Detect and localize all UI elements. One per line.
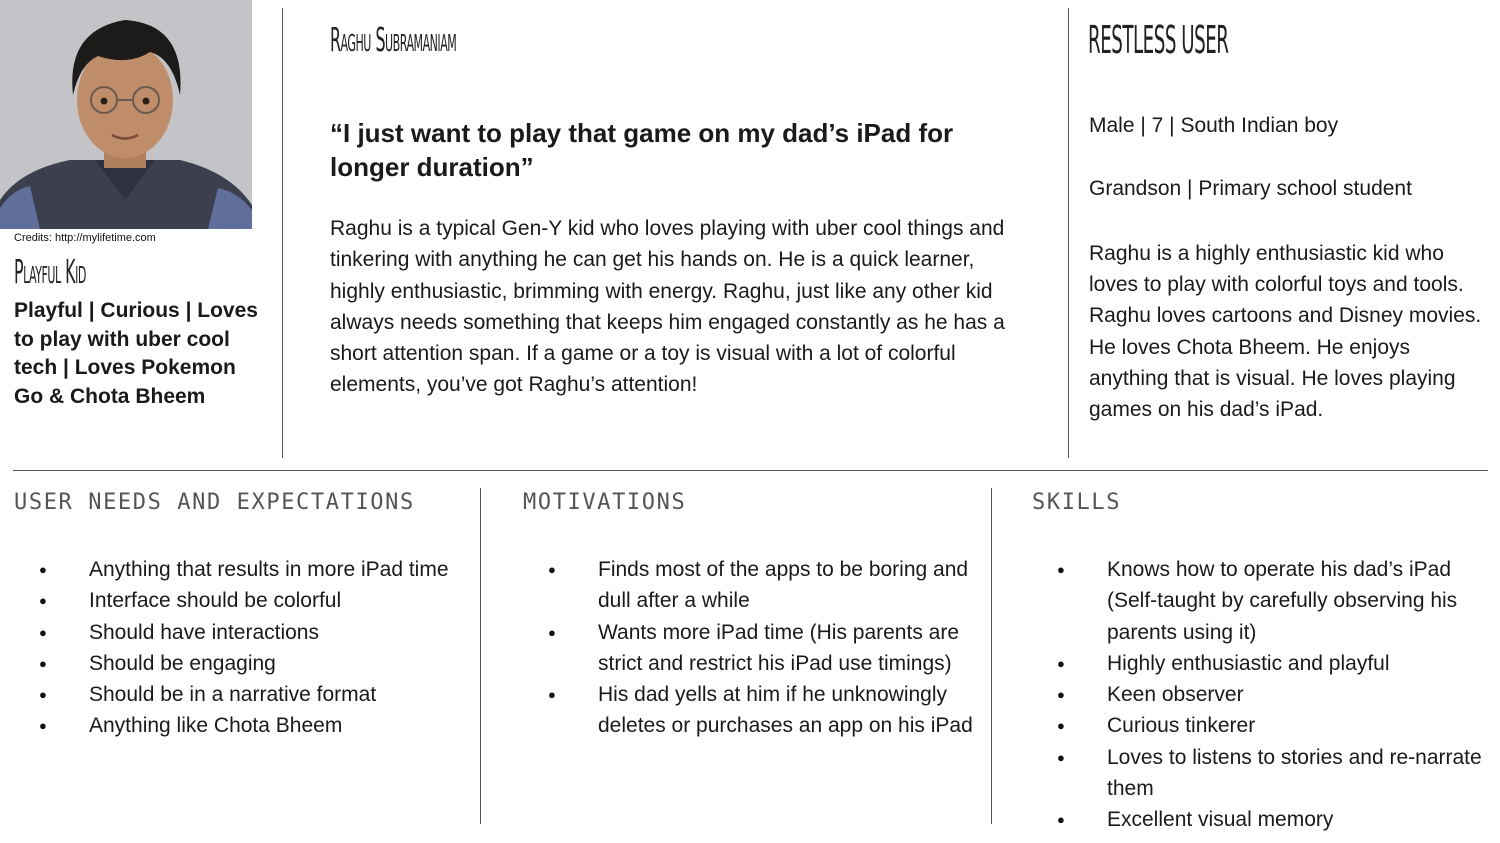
list-item: Should be engaging <box>14 648 454 680</box>
list-item: Finds most of the apps to be boring and … <box>523 554 978 617</box>
section-divider <box>13 470 1488 471</box>
column-divider <box>991 488 992 824</box>
persona-bio: Raghu is a typical Gen-Y kid who loves p… <box>330 217 1005 397</box>
persona-photo <box>0 0 252 229</box>
motivations-list: Finds most of the apps to be boring and … <box>523 554 978 742</box>
section-title-skills: SKILLS <box>1032 490 1122 515</box>
photo-credit: Credits: http://mylifetime.com <box>14 232 156 244</box>
demographics-line-2: Grandson | Primary school student <box>1089 177 1412 200</box>
list-item: Should have interactions <box>14 617 454 649</box>
list-item: Keen observer <box>1032 679 1492 711</box>
persona-quote: “I just want to play that game on my dad… <box>330 118 954 182</box>
skills-list: Knows how to operate his dad’s iPad (Sel… <box>1032 554 1492 836</box>
list-item: Anything that results in more iPad time <box>14 554 454 586</box>
persona-type-description: Playful | Curious | Loves to play with u… <box>14 299 258 408</box>
column-divider <box>1068 8 1069 458</box>
list-item: Knows how to operate his dad’s iPad (Sel… <box>1032 554 1492 648</box>
list-item: Wants more iPad time (His parents are st… <box>523 617 978 680</box>
section-title-user-needs: USER NEEDS AND EXPECTATIONS <box>14 490 415 515</box>
list-item: His dad yells at him if he unknowingly d… <box>523 679 978 742</box>
demographics-line-1: Male | 7 | South Indian boy <box>1089 114 1339 137</box>
column-divider <box>282 8 283 458</box>
list-item: Interface should be colorful <box>14 585 454 617</box>
column-divider <box>480 488 481 824</box>
list-item: Should be in a narrative format <box>14 679 454 711</box>
list-item: Anything like Chota Bheem <box>14 710 454 742</box>
user-needs-list: Anything that results in more iPad time … <box>14 554 454 742</box>
list-item: Curious tinkerer <box>1032 710 1492 742</box>
user-type-label: RESTLESS USER <box>1088 18 1229 62</box>
list-item: Highly enthusiastic and playful <box>1032 648 1492 680</box>
persona-type-label: Playful Kid <box>14 252 86 291</box>
persona-name: Raghu Subramaniam <box>330 20 457 59</box>
user-description: Raghu is a highly enthusiastic kid who l… <box>1089 242 1482 422</box>
section-title-motivations: MOTIVATIONS <box>523 490 687 515</box>
list-item: Loves to listens to stories and re-narra… <box>1032 742 1492 805</box>
list-item: Excellent visual memory <box>1032 804 1492 836</box>
